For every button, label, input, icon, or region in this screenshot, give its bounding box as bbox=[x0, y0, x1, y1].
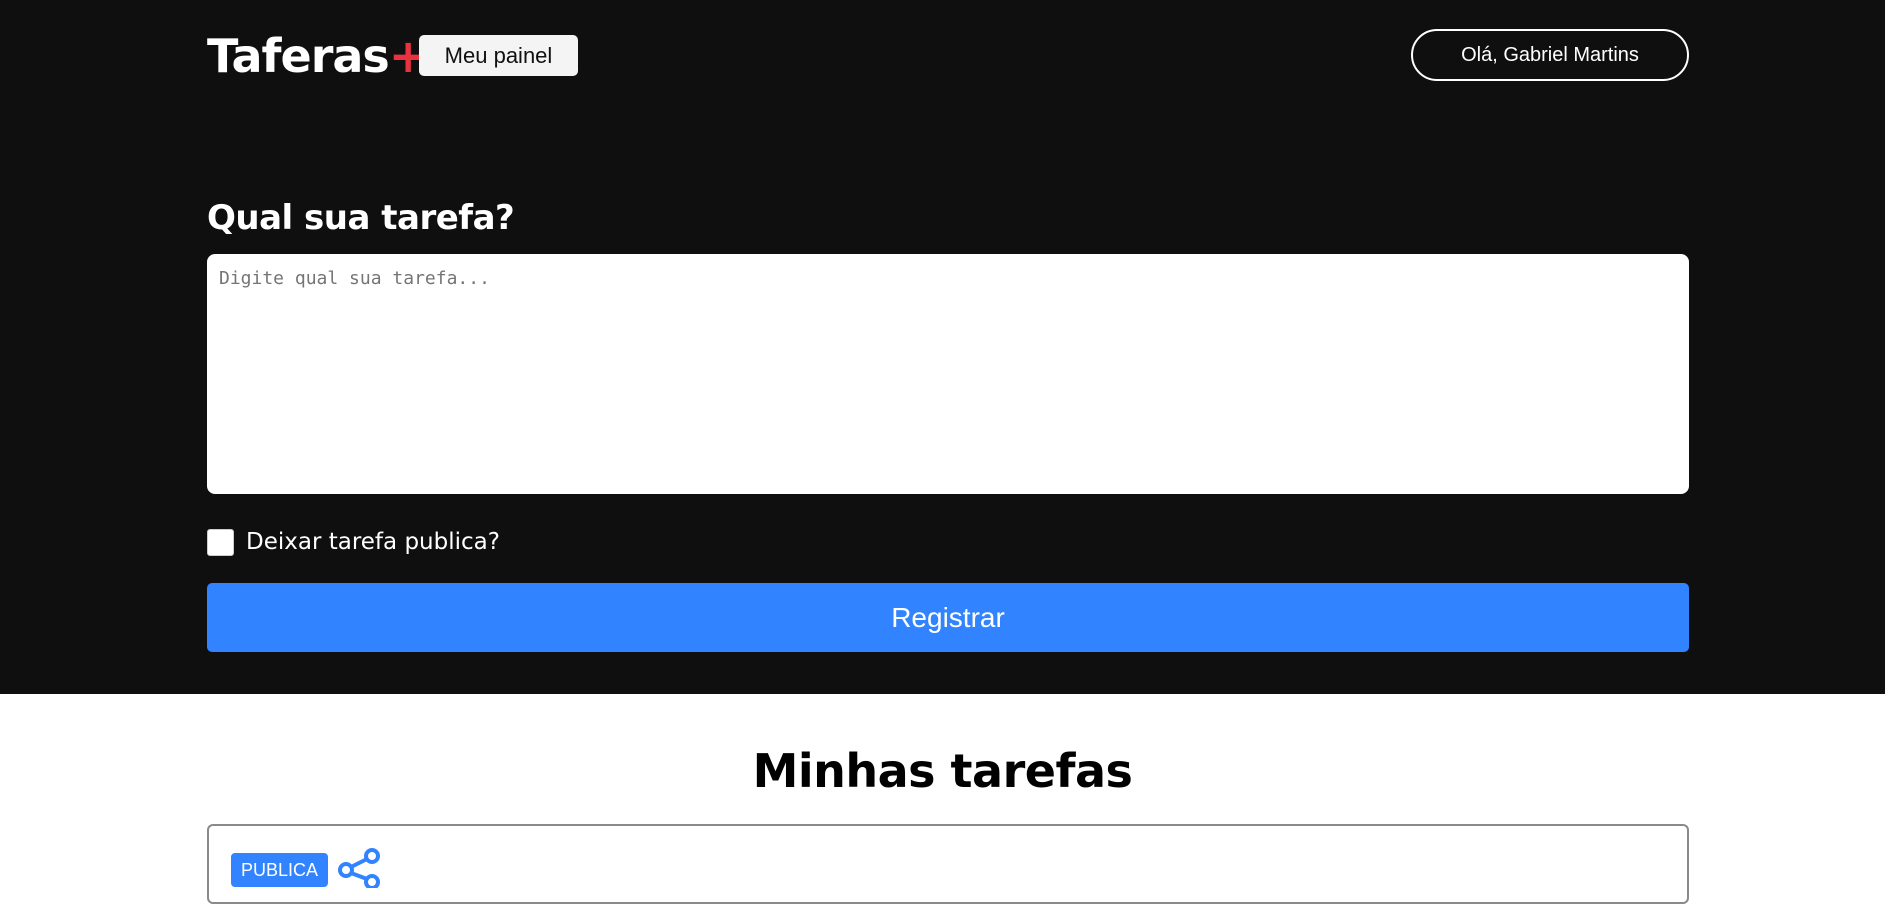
my-panel-button[interactable]: Meu painel bbox=[419, 35, 578, 76]
header: Taferas+ Meu painel Olá, Gabriel Martins bbox=[207, 28, 1689, 84]
user-greeting-button[interactable]: Olá, Gabriel Martins bbox=[1411, 29, 1689, 81]
public-task-checkbox[interactable] bbox=[207, 528, 234, 556]
hero-section: Taferas+ Meu painel Olá, Gabriel Martins… bbox=[0, 0, 1885, 694]
logo-text: Taferas bbox=[207, 29, 390, 83]
my-tasks-title: Minhas tarefas bbox=[752, 744, 1133, 798]
task-form-title: Qual sua tarefa? bbox=[207, 198, 515, 238]
task-textarea[interactable] bbox=[207, 254, 1689, 494]
logo[interactable]: Taferas+ bbox=[207, 29, 427, 83]
task-card: PUBLICA bbox=[207, 824, 1689, 904]
public-task-label[interactable]: Deixar tarefa publica? bbox=[246, 529, 500, 555]
share-icon[interactable] bbox=[337, 848, 381, 888]
public-task-row: Deixar tarefa publica? bbox=[207, 528, 500, 556]
public-badge: PUBLICA bbox=[231, 853, 329, 887]
register-button[interactable]: Registrar bbox=[207, 583, 1689, 652]
